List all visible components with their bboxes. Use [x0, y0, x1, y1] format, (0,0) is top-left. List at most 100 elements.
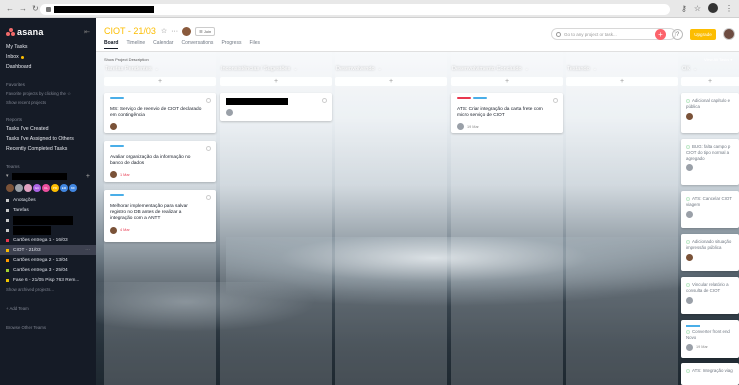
assignee-avatar[interactable]: [686, 210, 693, 218]
project-item[interactable]: [0, 225, 96, 235]
completed-check-icon[interactable]: [686, 239, 690, 244]
assignee-avatar[interactable]: [686, 112, 693, 120]
column-header[interactable]: Inconsistências / Sugestões ⌄: [220, 64, 332, 73]
task-card[interactable]: Converter front end Novo 19 Mar: [681, 320, 739, 358]
add-task-button[interactable]: +: [220, 77, 332, 86]
task-card[interactable]: [220, 93, 332, 121]
add-task-button[interactable]: +: [451, 77, 563, 86]
project-title[interactable]: CIOT - 21/03: [104, 26, 156, 36]
project-item[interactable]: Cartões entrega 3 - 25/04: [0, 265, 96, 275]
chevron-down-icon[interactable]: ⌄: [693, 66, 697, 72]
column-header[interactable]: Desenvolvimento Concluído ⌄: [451, 64, 563, 73]
avatar[interactable]: PR: [51, 184, 59, 192]
column-header[interactable]: Tarefas Pendentes ⌄: [104, 64, 216, 73]
project-item[interactable]: [0, 215, 96, 225]
assignee-avatar[interactable]: [110, 226, 117, 234]
assignee-avatar[interactable]: [686, 343, 693, 351]
task-card[interactable]: ATS: Criar integração da carta frete com…: [451, 93, 563, 133]
show-description-link[interactable]: Show Project Description: [104, 57, 149, 62]
reload-icon[interactable]: ↻: [32, 4, 39, 13]
project-item[interactable]: Anotações: [0, 195, 96, 205]
add-task-button[interactable]: +: [104, 77, 216, 86]
assignee-avatar[interactable]: [226, 109, 233, 116]
task-card[interactable]: ATS: Integração viag: [681, 363, 739, 385]
project-item[interactable]: Cartões entrega 2 - 13/04: [0, 255, 96, 265]
column-header[interactable]: Desenvolvendo ⌄: [335, 64, 447, 73]
task-card[interactable]: Adicionado situação impressão pública: [681, 234, 739, 271]
assignee-avatar[interactable]: [686, 164, 693, 172]
task-card[interactable]: Melhorar implementação para salvar regis…: [104, 190, 216, 242]
completed-check-icon[interactable]: [686, 282, 690, 287]
avatar[interactable]: MF: [69, 184, 77, 192]
task-card[interactable]: BUG: falta campo p CIOT do tipo normal a…: [681, 139, 739, 185]
tab-conversations[interactable]: Conversations: [181, 40, 213, 49]
profile-icon[interactable]: [708, 3, 718, 13]
add-task-button[interactable]: +: [335, 77, 447, 86]
avatar[interactable]: [6, 184, 14, 192]
avatar[interactable]: [182, 26, 192, 36]
key-icon[interactable]: ⚷: [681, 4, 687, 13]
tab-progress[interactable]: Progress: [221, 40, 241, 49]
project-item[interactable]: Cartões entrega 1 - 16/03: [0, 235, 96, 245]
complete-check-icon[interactable]: [322, 98, 327, 103]
add-icon[interactable]: +: [86, 173, 90, 180]
chevron-down-icon[interactable]: ⌄: [593, 66, 597, 72]
team-row[interactable]: ▾ +: [0, 171, 96, 181]
tab-timeline[interactable]: Timeline: [126, 40, 145, 49]
project-item-active[interactable]: CIOT - 21/03 ···: [0, 245, 96, 255]
completed-check-icon[interactable]: [686, 196, 690, 201]
collapse-sidebar-icon[interactable]: ⇤: [84, 28, 90, 36]
browse-teams-link[interactable]: Browse Other Teams: [0, 323, 96, 332]
completed-check-icon[interactable]: [686, 368, 690, 373]
tab-files[interactable]: Files: [249, 40, 260, 49]
star-icon[interactable]: ☆: [694, 4, 701, 13]
menu-dots-icon[interactable]: ⋮: [725, 4, 733, 13]
favorite-star-icon[interactable]: ☆: [161, 27, 167, 35]
avatar[interactable]: [15, 184, 23, 192]
chevron-down-icon[interactable]: ⌄: [525, 66, 529, 72]
completed-check-icon[interactable]: [686, 329, 690, 334]
task-card[interactable]: Vincular relatório a consulta de CIOT: [681, 277, 739, 314]
task-card[interactable]: Avaliar organização da informação no ban…: [104, 141, 216, 182]
add-team-link[interactable]: + Add Team: [0, 304, 96, 313]
report-assigned[interactable]: Tasks I've Assigned to Others: [0, 134, 96, 144]
avatar[interactable]: EM: [60, 184, 68, 192]
assignee-avatar[interactable]: [110, 171, 117, 179]
completed-check-icon[interactable]: [686, 98, 690, 103]
assignee-avatar[interactable]: [686, 253, 693, 261]
column-header[interactable]: OK ⌄: [681, 64, 739, 73]
avatar[interactable]: CL: [42, 184, 50, 192]
report-created[interactable]: Tasks I've Created: [0, 124, 96, 134]
add-task-button[interactable]: +: [681, 77, 739, 86]
column-header[interactable]: Testando ⌄: [566, 64, 678, 73]
complete-check-icon[interactable]: [206, 146, 211, 151]
assignee-avatar[interactable]: [110, 123, 117, 131]
more-icon[interactable]: ···: [171, 28, 178, 35]
project-item[interactable]: Tarefas: [0, 205, 96, 215]
tab-calendar[interactable]: Calendar: [153, 40, 173, 49]
nav-inbox[interactable]: Inbox: [0, 52, 96, 62]
task-card[interactable]: MS: Serviço de reenvio de CIOT declarado…: [104, 93, 216, 133]
completed-check-icon[interactable]: [686, 144, 690, 149]
user-avatar[interactable]: [723, 28, 735, 40]
show-recent-link[interactable]: Show recent projects: [0, 98, 96, 107]
upgrade-button[interactable]: Upgrade: [690, 29, 716, 40]
chevron-down-icon[interactable]: ⌄: [293, 66, 297, 72]
complete-check-icon[interactable]: [553, 98, 558, 103]
nav-dashboard[interactable]: Dashboard: [0, 62, 96, 72]
quick-add-button[interactable]: +: [655, 29, 666, 40]
help-button[interactable]: ?: [672, 29, 683, 40]
avatar[interactable]: GC: [33, 184, 41, 192]
forward-icon[interactable]: →: [19, 4, 27, 13]
assignee-avatar[interactable]: [686, 296, 693, 304]
due-date[interactable]: 19 Mar: [696, 345, 708, 349]
show-archived-link[interactable]: Show archived projects...: [0, 285, 96, 294]
tab-board[interactable]: Board: [104, 40, 119, 49]
due-date[interactable]: 4 Mar: [120, 228, 130, 232]
due-date[interactable]: 19 Mar: [467, 125, 479, 129]
nav-my-tasks[interactable]: My Tasks: [0, 42, 96, 52]
chevron-down-icon[interactable]: ⌄: [155, 66, 159, 72]
task-card[interactable]: Adicional capítulo e pública: [681, 93, 739, 133]
view-all-tasks-link[interactable]: View All Tasks ▾: [704, 57, 732, 62]
address-bar[interactable]: [40, 4, 670, 15]
